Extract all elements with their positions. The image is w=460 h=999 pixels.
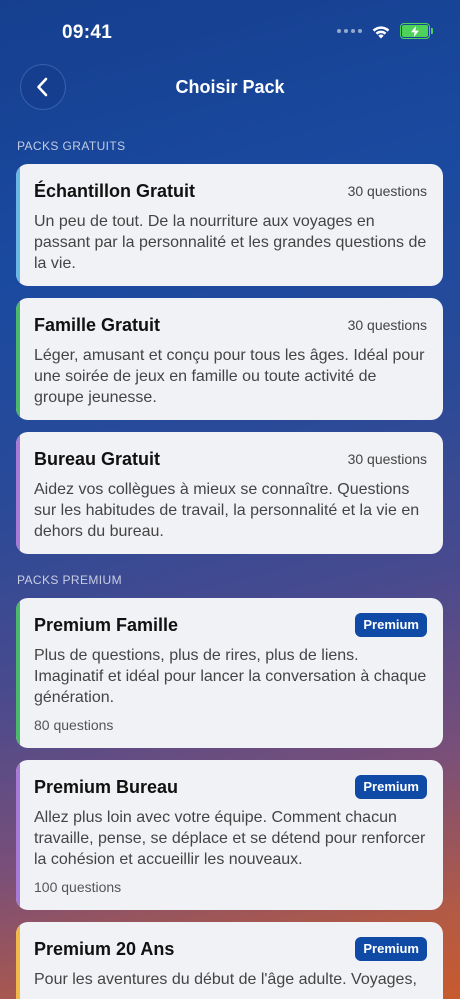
card-accent: [16, 298, 20, 420]
card-title: Échantillon Gratuit: [34, 180, 196, 201]
card-description: Plus de questions, plus de rires, plus d…: [34, 647, 427, 706]
card-title: Premium Bureau: [34, 776, 179, 797]
card-title: Famille Gratuit: [34, 314, 161, 335]
card-accent: [16, 432, 20, 554]
question-count: 30 questions: [347, 183, 427, 199]
premium-badge: Premium: [355, 775, 427, 799]
question-count: 100 questions: [34, 879, 122, 895]
pack-card-echantillon-gratuit[interactable]: Échantillon Gratuit 30 questions Un peu …: [16, 164, 443, 286]
page-title: Choisir Pack: [175, 77, 285, 97]
question-count: 30 questions: [347, 317, 427, 333]
card-accent: [16, 922, 20, 999]
wifi-icon: [372, 26, 390, 39]
card-accent: [16, 760, 20, 910]
card-description: Pour les aventures du début de l'âge adu…: [34, 971, 417, 988]
status-bar: 09:41: [0, 0, 460, 64]
section-header-free: PACKS GRATUITS: [17, 139, 126, 153]
card-description: Un peu de tout. De la nourriture aux voy…: [34, 213, 427, 272]
cellular-signal-icon: [337, 29, 362, 33]
pack-card-premium-20-ans[interactable]: Premium 20 Ans Premium Pour les aventure…: [16, 922, 443, 999]
question-count: 80 questions: [34, 717, 114, 733]
pack-card-premium-bureau[interactable]: Premium Bureau Premium Allez plus loin a…: [16, 760, 443, 910]
pack-card-famille-gratuit[interactable]: Famille Gratuit 30 questions Léger, amus…: [16, 298, 443, 420]
battery-charging-icon: [400, 23, 433, 39]
card-accent: [16, 164, 20, 286]
card-title: Bureau Gratuit: [34, 448, 161, 469]
card-title: Premium 20 Ans: [34, 938, 175, 959]
pack-card-bureau-gratuit[interactable]: Bureau Gratuit 30 questions Aidez vos co…: [16, 432, 443, 554]
card-title: Premium Famille: [34, 614, 179, 635]
card-description: Aidez vos collègues à mieux se connaître…: [34, 481, 420, 540]
question-count: 30 questions: [347, 451, 427, 467]
pack-card-premium-famille[interactable]: Premium Famille Premium Plus de question…: [16, 598, 443, 748]
section-header-premium: PACKS PREMIUM: [17, 573, 122, 587]
card-accent: [16, 598, 20, 748]
premium-badge: Premium: [355, 937, 427, 961]
card-description: Allez plus loin avec votre équipe. Comme…: [34, 809, 426, 868]
premium-badge: Premium: [355, 613, 427, 637]
card-description: Léger, amusant et conçu pour tous les âg…: [34, 347, 425, 406]
status-icons: [337, 22, 433, 40]
status-time: 09:41: [62, 22, 113, 43]
nav-bar: Choisir Pack: [0, 64, 460, 112]
